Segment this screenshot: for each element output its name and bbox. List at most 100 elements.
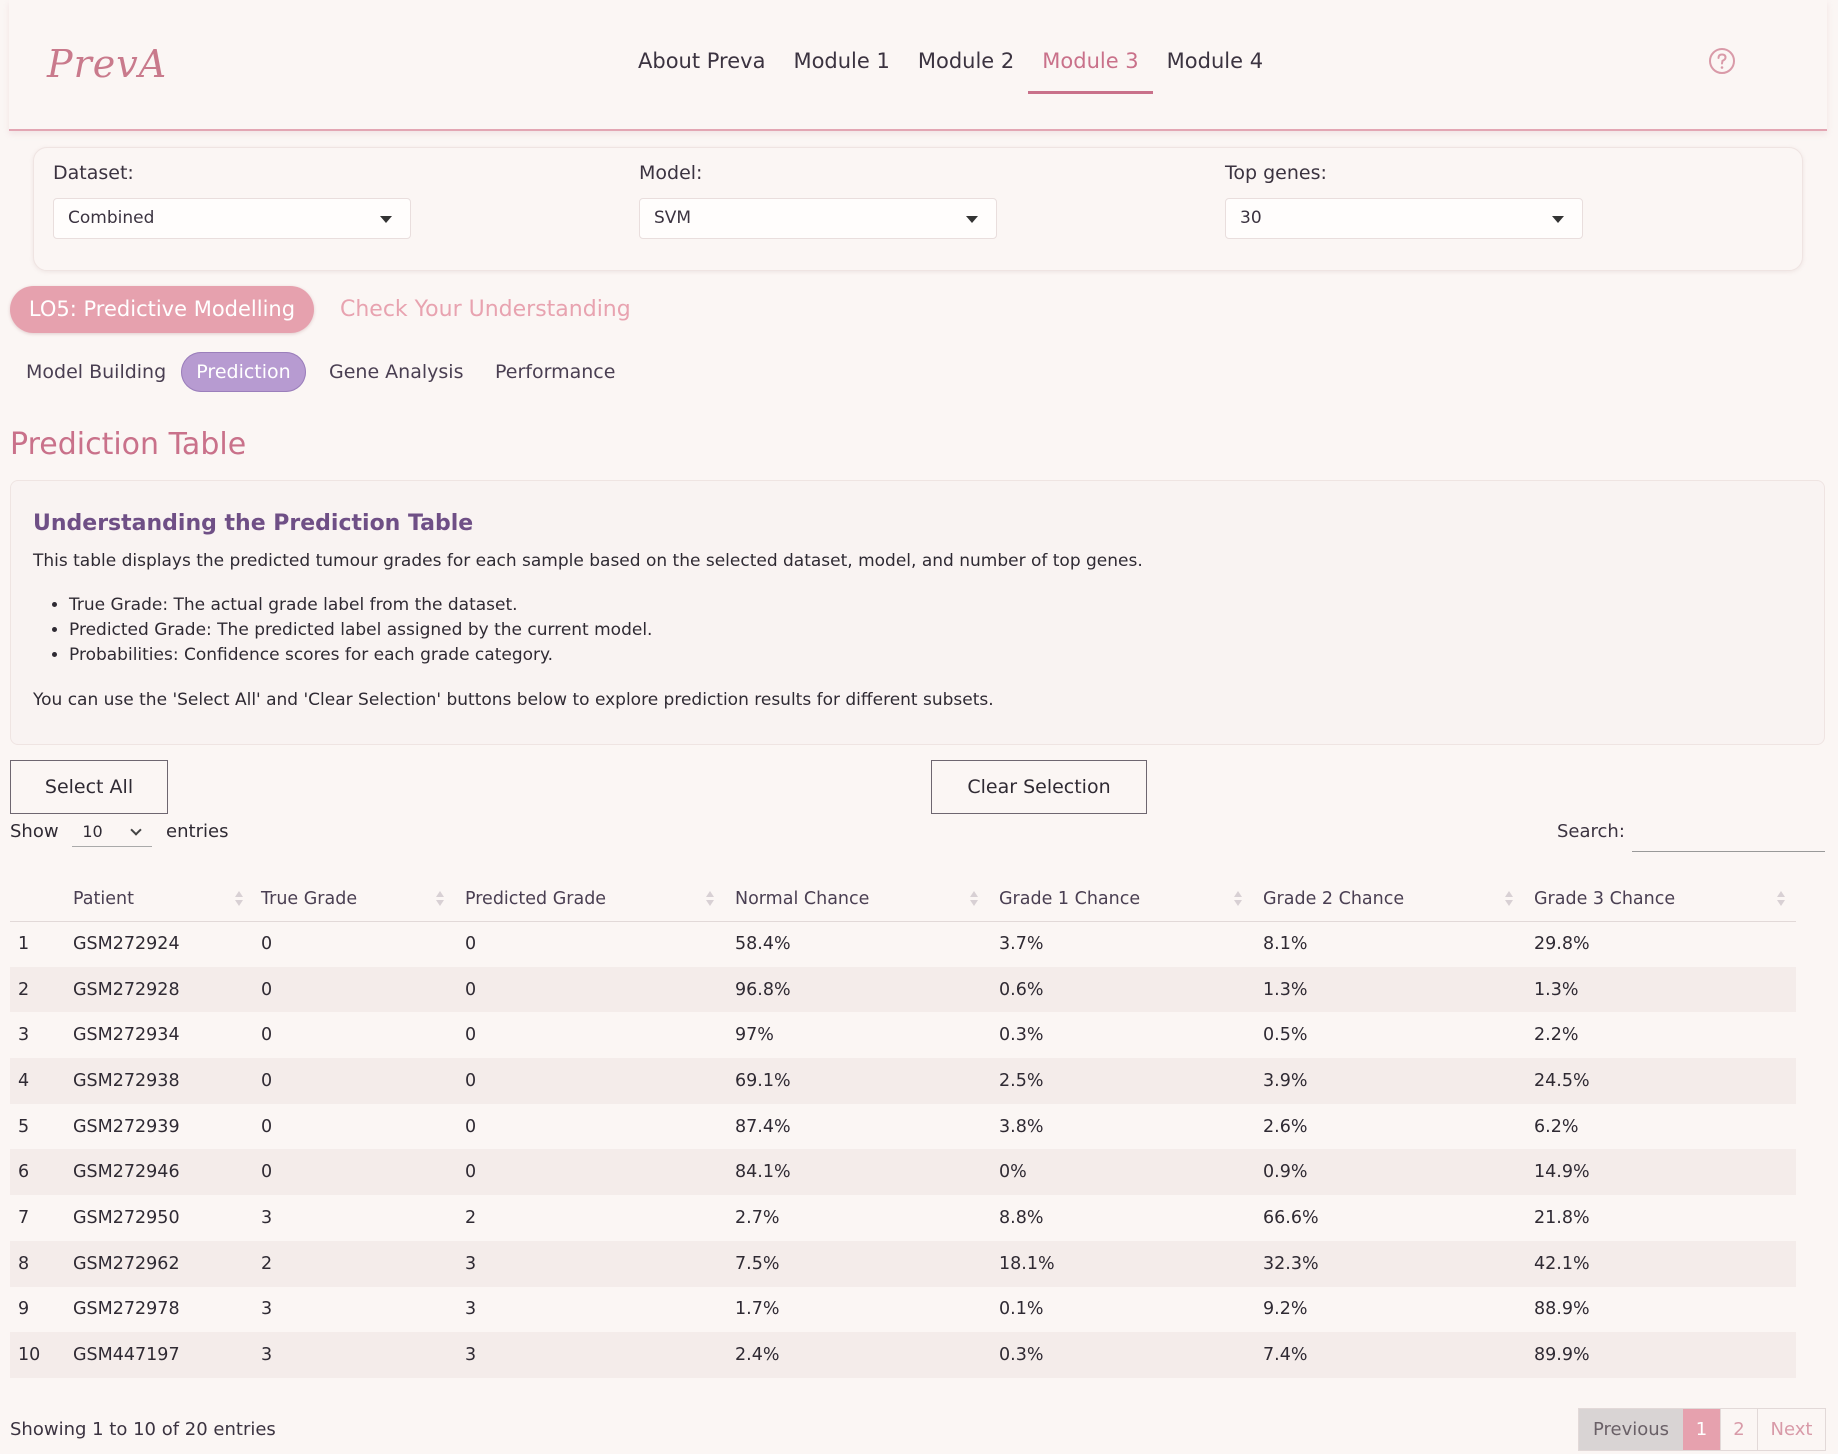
grade-2-chance-cell: 32.3%: [1263, 1240, 1534, 1287]
grade-3-chance-cell: 29.8%: [1534, 921, 1796, 967]
sort-icon: [969, 891, 979, 909]
column-header-patient[interactable]: Patient: [73, 877, 261, 922]
normal-chance-cell: 96.8%: [735, 966, 999, 1013]
nav-link-module-2[interactable]: Module 2: [904, 38, 1028, 94]
navbar: PrevA About Preva Module 1 Module 2 Modu…: [9, 0, 1827, 131]
column-header-grade-2-chance[interactable]: Grade 2 Chance: [1263, 877, 1534, 922]
clear-selection-button[interactable]: Clear Selection: [931, 760, 1147, 814]
true-grade-cell: 3: [261, 1332, 465, 1378]
patient-cell: GSM272934: [73, 1012, 261, 1059]
normal-chance-cell: 2.4%: [735, 1332, 999, 1378]
table-row[interactable]: 5 GSM272939 0 0 87.4% 3.8% 2.6% 6.2%: [10, 1103, 1796, 1150]
grade-1-chance-cell: 0.3%: [999, 1332, 1263, 1378]
grade-1-chance-cell: 3.7%: [999, 921, 1263, 967]
grade-2-chance-cell: 2.6%: [1263, 1103, 1534, 1150]
grade-3-chance-cell: 42.1%: [1534, 1240, 1796, 1287]
grade-2-chance-cell: 7.4%: [1263, 1332, 1534, 1378]
grade-2-chance-cell: 8.1%: [1263, 921, 1534, 967]
sort-icon: [1776, 891, 1786, 909]
caret-down-icon: [1552, 216, 1564, 223]
grade-3-chance-cell: 6.2%: [1534, 1103, 1796, 1150]
table-row[interactable]: 10 GSM447197 3 3 2.4% 0.3% 7.4% 89.9%: [10, 1332, 1796, 1378]
show-label: Show: [10, 821, 59, 842]
grade-2-chance-cell: 9.2%: [1263, 1286, 1534, 1333]
grade-1-chance-cell: 18.1%: [999, 1240, 1263, 1287]
table-body: 1 GSM272924 0 0 58.4% 3.7% 8.1% 29.8% 2 GSM272928…: [10, 921, 1796, 1378]
select-all-button[interactable]: Select All: [10, 760, 168, 814]
normal-chance-cell: 58.4%: [735, 921, 999, 967]
patient-cell: GSM272924: [73, 921, 261, 967]
nav-link-module-3[interactable]: Module 3: [1028, 38, 1153, 94]
sort-icon: [435, 891, 445, 909]
question-circle-icon[interactable]: [1707, 46, 1737, 76]
row-index: 9: [10, 1286, 73, 1333]
grade-2-chance-cell: 1.3%: [1263, 966, 1534, 1013]
entries-select[interactable]: 10: [72, 818, 153, 847]
dataset-label: Dataset:: [53, 162, 134, 184]
grade-3-chance-cell: 24.5%: [1534, 1058, 1796, 1104]
column-header-true-grade[interactable]: True Grade: [261, 877, 465, 922]
prediction-table: Patient True Grade Predicted Grade Norma…: [10, 877, 1796, 1378]
row-index: 5: [10, 1103, 73, 1150]
nav-link-module-4[interactable]: Module 4: [1153, 38, 1277, 94]
tab-check-your-understanding[interactable]: Check Your Understanding: [340, 295, 631, 325]
preva-logo[interactable]: PrevA: [47, 36, 166, 92]
column-header-normal-chance[interactable]: Normal Chance: [735, 877, 999, 922]
subtab-performance[interactable]: Performance: [495, 352, 615, 392]
true-grade-cell: 0: [261, 1012, 465, 1059]
controls-panel: Dataset: Combined Model: SVM Top genes: …: [33, 147, 1803, 271]
grade-1-chance-cell: 8.8%: [999, 1195, 1263, 1241]
table-row[interactable]: 2 GSM272928 0 0 96.8% 0.6% 1.3% 1.3%: [10, 966, 1796, 1013]
subtab-prediction[interactable]: Prediction: [181, 352, 306, 392]
normal-chance-cell: 69.1%: [735, 1058, 999, 1104]
grade-1-chance-cell: 0.3%: [999, 1012, 1263, 1059]
sort-icon: [1504, 891, 1514, 909]
table-row[interactable]: 8 GSM272962 2 3 7.5% 18.1% 32.3% 42.1%: [10, 1240, 1796, 1287]
table-row[interactable]: 7 GSM272950 3 2 2.7% 8.8% 66.6% 21.8%: [10, 1195, 1796, 1241]
nav-link-about-preva[interactable]: About Preva: [624, 38, 779, 94]
show-entries: Show 10 entries: [10, 818, 228, 847]
table-row[interactable]: 6 GSM272946 0 0 84.1% 0% 0.9% 14.9%: [10, 1149, 1796, 1196]
tab-lo5-predictive-modelling[interactable]: LO5: Predictive Modelling: [10, 286, 314, 333]
true-grade-cell: 0: [261, 1058, 465, 1104]
table-row[interactable]: 3 GSM272934 0 0 97% 0.3% 0.5% 2.2%: [10, 1012, 1796, 1059]
table-header-row: Patient True Grade Predicted Grade Norma…: [10, 877, 1796, 922]
page-2-button[interactable]: 2: [1720, 1409, 1757, 1450]
top-genes-control: Top genes: 30: [1225, 162, 1585, 239]
caret-down-icon: [966, 216, 978, 223]
predicted-grade-cell: 0: [465, 966, 735, 1013]
table-row[interactable]: 1 GSM272924 0 0 58.4% 3.7% 8.1% 29.8%: [10, 921, 1796, 967]
column-header-grade-1-chance[interactable]: Grade 1 Chance: [999, 877, 1263, 922]
info-intro: This table displays the predicted tumour…: [33, 551, 1143, 571]
subtab-gene-analysis[interactable]: Gene Analysis: [329, 352, 463, 392]
info-title: Understanding the Prediction Table: [33, 511, 474, 536]
grade-2-chance-cell: 0.9%: [1263, 1149, 1534, 1196]
entries-value: 10: [82, 822, 103, 841]
column-header-predicted-grade[interactable]: Predicted Grade: [465, 877, 735, 922]
top-genes-select[interactable]: 30: [1225, 198, 1583, 239]
next-page-button[interactable]: Next: [1757, 1409, 1825, 1450]
page-1-button[interactable]: 1: [1683, 1409, 1720, 1450]
nav-links: About Preva Module 1 Module 2 Module 3 M…: [624, 38, 1277, 94]
nav-link-module-1[interactable]: Module 1: [779, 38, 903, 94]
previous-page-button[interactable]: Previous: [1579, 1409, 1683, 1450]
row-index: 2: [10, 966, 73, 1013]
pagination: Previous 1 2 Next: [1578, 1408, 1826, 1451]
grade-3-chance-cell: 89.9%: [1534, 1332, 1796, 1378]
row-index: 4: [10, 1058, 73, 1104]
predicted-grade-cell: 3: [465, 1332, 735, 1378]
model-select[interactable]: SVM: [639, 198, 997, 239]
dataset-select[interactable]: Combined: [53, 198, 411, 239]
subtab-model-building[interactable]: Model Building: [26, 352, 166, 392]
column-header-grade-3-chance[interactable]: Grade 3 Chance: [1534, 877, 1796, 922]
row-index: 3: [10, 1012, 73, 1059]
info-bullet-predicted-grade: Predicted Grade: The predicted label ass…: [69, 618, 1802, 643]
search-input[interactable]: [1632, 818, 1825, 852]
sort-icon: [234, 891, 244, 909]
patient-cell: GSM272962: [73, 1240, 261, 1287]
table-row[interactable]: 4 GSM272938 0 0 69.1% 2.5% 3.9% 24.5%: [10, 1058, 1796, 1104]
showing-entries-text: Showing 1 to 10 of 20 entries: [10, 1419, 276, 1440]
info-box: Understanding the Prediction Table This …: [10, 480, 1825, 745]
predicted-grade-cell: 0: [465, 1149, 735, 1196]
table-row[interactable]: 9 GSM272978 3 3 1.7% 0.1% 9.2% 88.9%: [10, 1286, 1796, 1333]
